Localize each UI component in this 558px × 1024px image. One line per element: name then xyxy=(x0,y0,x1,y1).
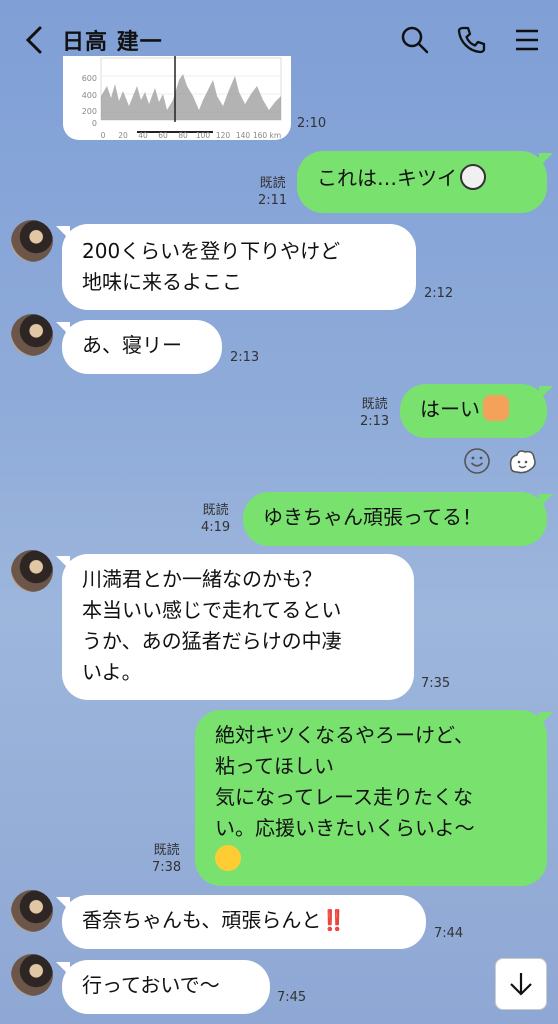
scroll-to-bottom-button[interactable] xyxy=(495,958,547,1010)
message-bubble[interactable]: はーい xyxy=(400,384,553,438)
x-tick: 160 km xyxy=(253,131,281,140)
message-text: 行っておいで〜 xyxy=(82,973,220,997)
message-text: 本当いい感じで走れてるとい xyxy=(82,598,342,622)
search-icon xyxy=(401,26,429,54)
x-tick: 20 xyxy=(118,131,128,140)
message-bubble[interactable]: 行っておいで〜 xyxy=(56,960,270,1014)
read-receipt: 既読 7:38 xyxy=(152,843,182,875)
message-text: 粘ってほしい xyxy=(215,754,334,778)
message-time: 7:45 xyxy=(277,990,307,1005)
chat-title: 日高 建一 xyxy=(62,30,163,55)
avatar[interactable] xyxy=(11,314,53,356)
message-bubble[interactable]: あ、寝リー xyxy=(56,320,222,374)
avatar[interactable] xyxy=(11,954,53,996)
message-text: ゆきちゃん頑張ってる！ xyxy=(263,505,482,529)
elevation-chart: 600 400 200 0 0 20 40 60 80 100 120 140 … xyxy=(82,56,282,140)
x-tick: 0 xyxy=(101,131,106,140)
avatar[interactable] xyxy=(11,890,53,932)
message-time: 2:12 xyxy=(424,286,454,301)
message-time: 7:35 xyxy=(421,676,451,691)
reaction-button[interactable] xyxy=(461,445,493,477)
x-tick: 100 xyxy=(196,131,211,140)
back-button[interactable] xyxy=(16,20,52,60)
chevron-left-icon xyxy=(25,26,42,54)
message-time: 7:44 xyxy=(434,926,464,941)
search-button[interactable] xyxy=(398,20,432,60)
x-tick: 140 xyxy=(236,131,251,140)
menu-button[interactable] xyxy=(510,20,544,60)
message-text: うか、あの猛者だらけの中凄 xyxy=(82,629,342,653)
menu-icon xyxy=(516,29,538,51)
call-button[interactable] xyxy=(454,20,488,60)
message-text: 地味に来るよここ xyxy=(82,270,242,294)
x-tick: 120 xyxy=(216,131,231,140)
y-tick: 0 xyxy=(92,119,97,128)
smiley-icon xyxy=(464,448,490,474)
sticker-button[interactable] xyxy=(506,445,538,477)
phone-icon xyxy=(457,26,486,54)
message-text: 絶対キツくなるやろーけど、 xyxy=(215,723,474,747)
person-raising-hand-icon xyxy=(483,395,509,421)
message-text: あ、寝リー xyxy=(82,333,182,357)
message-text: いよ。 xyxy=(82,660,142,684)
message-bubble[interactable]: 絶対キツくなるやろーけど、 粘ってほしい 気になってレース走りたくな い。応援い… xyxy=(195,710,553,886)
sticker-icon xyxy=(509,450,536,474)
y-tick: 200 xyxy=(82,107,97,116)
arrow-down-icon xyxy=(510,973,532,996)
message-text: 香奈ちゃんも、頑張らんと xyxy=(82,908,322,932)
elevation-chart-image[interactable]: 600 400 200 0 0 20 40 60 80 100 120 140 … xyxy=(63,56,291,140)
laughing-face-icon xyxy=(215,845,241,871)
y-tick: 400 xyxy=(82,91,97,100)
avatar[interactable] xyxy=(11,550,53,592)
message-bubble[interactable]: 香奈ちゃんも、頑張らんと‼️ xyxy=(56,895,426,949)
message-bubble[interactable]: ゆきちゃん頑張ってる！ xyxy=(243,492,553,546)
message-text: い。応援いきたいくらいよ〜 xyxy=(215,816,475,840)
message-bubble[interactable]: 川満君とか一緒なのかも？ 本当いい感じで走れてるとい うか、あの猛者だらけの中凄… xyxy=(56,554,414,700)
message-bubble[interactable]: これは…キツイ xyxy=(297,151,553,213)
message-text: 200くらいを登り下りやけど xyxy=(82,239,341,263)
message-time: 2:10 xyxy=(297,116,327,131)
x-tick: 80 xyxy=(178,131,188,140)
double-exclamation-icon: ‼️ xyxy=(321,908,347,932)
face-icon xyxy=(460,164,486,190)
x-tick: 60 xyxy=(158,131,168,140)
read-receipt: 既読 4:19 xyxy=(201,503,231,535)
avatar[interactable] xyxy=(11,220,53,262)
read-receipt: 既読 2:13 xyxy=(360,397,390,429)
message-text: 気になってレース走りたくな xyxy=(215,785,473,809)
message-time: 2:13 xyxy=(230,350,260,365)
message-text: 川満君とか一緒なのかも？ xyxy=(82,567,322,591)
message-bubble[interactable]: 200くらいを登り下りやけど 地味に来るよここ xyxy=(56,224,416,310)
message-text: これは…キツイ xyxy=(317,166,457,190)
message-text: はーい xyxy=(420,397,480,421)
read-receipt: 既読 2:11 xyxy=(258,176,288,208)
y-tick: 600 xyxy=(82,74,97,83)
x-tick: 40 xyxy=(138,131,148,140)
